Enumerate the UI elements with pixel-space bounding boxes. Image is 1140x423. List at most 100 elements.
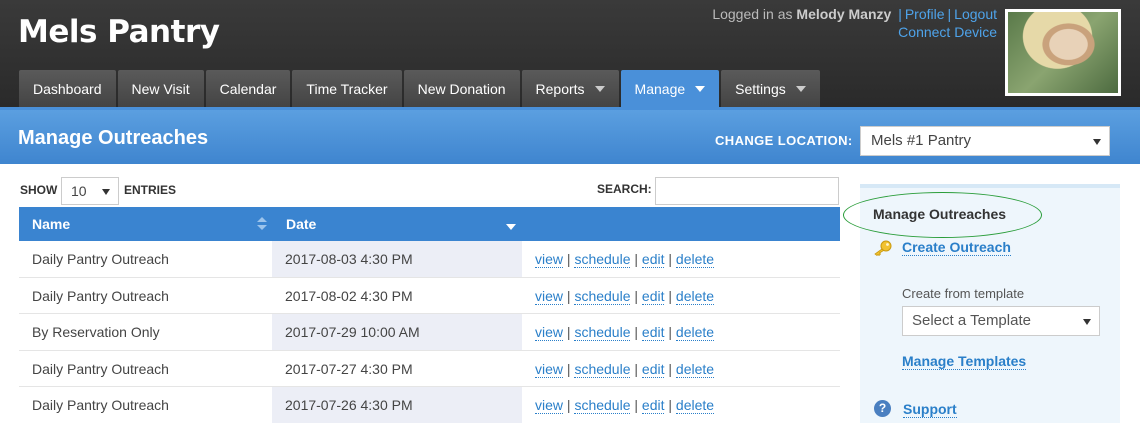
view-link[interactable]: view xyxy=(535,324,564,341)
delete-link[interactable]: delete xyxy=(675,360,715,378)
chevron-down-icon xyxy=(795,85,806,92)
help-icon: ? xyxy=(874,400,891,417)
manage-templates-link[interactable]: Manage Templates xyxy=(902,353,1027,370)
action-separator: | xyxy=(566,397,571,413)
schedule-link[interactable]: schedule xyxy=(574,287,631,305)
table-body: Daily Pantry Outreach 2017-08-03 4:30 PM… xyxy=(19,241,840,423)
table-row: Daily Pantry Outreach 2017-07-27 4:30 PM… xyxy=(19,351,840,387)
chevron-down-icon xyxy=(1093,139,1101,145)
show-label: SHOW xyxy=(20,183,58,197)
tab-time-tracker[interactable]: Time Tracker xyxy=(292,70,402,107)
action-separator: | xyxy=(566,324,571,340)
action-separator: | xyxy=(668,397,673,413)
search-input[interactable] xyxy=(655,177,839,205)
cell-name: Daily Pantry Outreach xyxy=(32,360,169,377)
edit-link[interactable]: edit xyxy=(641,324,665,341)
view-link[interactable]: view xyxy=(535,397,564,414)
location-select-value: Mels #1 Pantry xyxy=(871,132,972,149)
action-separator: | xyxy=(668,251,673,267)
tab-label: Reports xyxy=(535,80,585,97)
cell-name: Daily Pantry Outreach xyxy=(32,287,169,304)
key-icon xyxy=(874,240,892,256)
schedule-link[interactable]: schedule xyxy=(574,324,631,341)
action-separator: | xyxy=(634,324,639,340)
cell-name: By Reservation Only xyxy=(32,324,160,340)
delete-link[interactable]: delete xyxy=(675,251,715,268)
main-nav: Dashboard New Visit Calendar Time Tracke… xyxy=(19,70,820,107)
app-title: Mels Pantry xyxy=(18,14,220,50)
edit-link[interactable]: edit xyxy=(641,251,665,268)
chevron-down-icon xyxy=(102,189,110,195)
action-separator: | xyxy=(634,251,639,267)
template-select[interactable]: Select a Template xyxy=(902,306,1100,336)
tab-manage[interactable]: Manage xyxy=(620,70,720,107)
sort-desc-icon[interactable] xyxy=(506,224,516,230)
delete-link[interactable]: delete xyxy=(675,397,715,414)
edit-link[interactable]: edit xyxy=(641,360,665,378)
page-title: Manage Outreaches xyxy=(18,127,209,149)
schedule-link[interactable]: schedule xyxy=(574,251,631,268)
row-actions: view | schedule | edit | delete xyxy=(535,287,715,305)
cell-name: Daily Pantry Outreach xyxy=(32,397,169,413)
delete-link[interactable]: delete xyxy=(675,324,715,341)
sidebar-panel: Manage Outreaches Create Outreach Create… xyxy=(843,184,1120,423)
page-title-bar: Manage Outreaches CHANGE LOCATION: Mels … xyxy=(0,107,1140,164)
outreach-table: Name Date Daily Pantry Outreach 2017-08-… xyxy=(19,207,840,423)
tab-label: New Donation xyxy=(417,80,506,97)
action-separator: | xyxy=(668,287,673,304)
tab-label: Settings xyxy=(735,80,786,97)
entries-select[interactable]: 10 xyxy=(61,177,119,205)
tab-dashboard[interactable]: Dashboard xyxy=(19,70,116,107)
cell-date: 2017-07-27 4:30 PM xyxy=(285,360,413,377)
tab-calendar[interactable]: Calendar xyxy=(205,70,291,107)
tab-new-donation[interactable]: New Donation xyxy=(403,70,520,107)
tab-new-visit[interactable]: New Visit xyxy=(117,70,204,107)
edit-link[interactable]: edit xyxy=(641,397,665,414)
view-link[interactable]: view xyxy=(535,287,564,305)
row-actions: view | schedule | edit | delete xyxy=(535,251,715,268)
edit-link[interactable]: edit xyxy=(641,287,665,305)
cell-date: 2017-08-02 4:30 PM xyxy=(285,287,413,304)
cell-date: 2017-08-03 4:30 PM xyxy=(285,251,413,267)
table-row: By Reservation Only 2017-07-29 10:00 AM … xyxy=(19,314,840,351)
row-actions: view | schedule | edit | delete xyxy=(535,397,715,414)
app-root: Mels Pantry Logged in as Melody Manzy | P… xyxy=(0,0,1140,423)
avatar[interactable] xyxy=(1005,9,1121,96)
action-separator: | xyxy=(566,360,571,377)
action-separator: | xyxy=(566,251,571,267)
action-separator: | xyxy=(634,287,639,304)
tab-label: Time Tracker xyxy=(306,80,388,97)
logout-link[interactable]: Logout xyxy=(954,6,997,22)
support-link[interactable]: Support xyxy=(903,401,957,418)
tab-label: Calendar xyxy=(219,80,277,97)
location-select[interactable]: Mels #1 Pantry xyxy=(860,126,1110,156)
column-header-date[interactable]: Date xyxy=(286,216,316,232)
action-separator: | xyxy=(634,360,639,377)
cell-name: Daily Pantry Outreach xyxy=(32,251,169,267)
template-label: Create from template xyxy=(902,286,1025,301)
profile-link[interactable]: Profile xyxy=(905,6,945,22)
table-row: Daily Pantry Outreach 2017-08-02 4:30 PM… xyxy=(19,278,840,314)
tab-reports[interactable]: Reports xyxy=(521,70,619,107)
schedule-link[interactable]: schedule xyxy=(574,397,631,414)
action-separator: | xyxy=(668,324,673,340)
logged-in-prefix: Logged in as xyxy=(712,6,793,22)
create-outreach-link[interactable]: Create Outreach xyxy=(902,239,1011,256)
delete-link[interactable]: delete xyxy=(675,287,715,305)
chevron-down-icon xyxy=(1083,319,1091,325)
schedule-link[interactable]: schedule xyxy=(574,360,631,378)
connect-device-link[interactable]: Connect Device xyxy=(898,24,997,40)
user-bar-separator: | xyxy=(947,6,952,22)
sort-icon[interactable] xyxy=(257,217,267,231)
tab-settings[interactable]: Settings xyxy=(721,70,820,107)
entries-select-value: 10 xyxy=(71,183,87,199)
sidebar-title: Manage Outreaches xyxy=(873,206,1007,222)
cell-date: 2017-07-26 4:30 PM xyxy=(285,397,413,413)
column-header-name[interactable]: Name xyxy=(32,216,70,232)
view-link[interactable]: view xyxy=(535,251,564,268)
tab-label: Dashboard xyxy=(33,80,102,97)
view-link[interactable]: view xyxy=(535,360,564,378)
cell-date: 2017-07-29 10:00 AM xyxy=(285,324,420,340)
action-separator: | xyxy=(668,360,673,377)
user-bar-separator: | xyxy=(898,6,902,22)
